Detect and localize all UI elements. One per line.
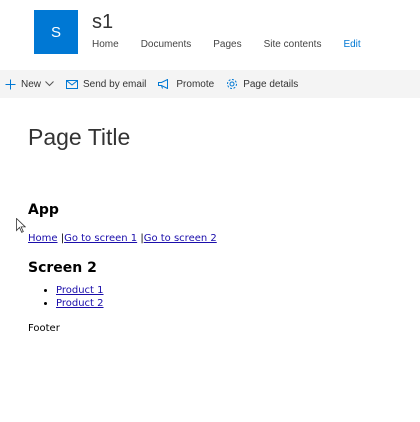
go-to-screen-1-link[interactable]: Go to screen 1 [64, 233, 137, 244]
nav-home[interactable]: Home [92, 38, 119, 52]
site-logo-letter: S [50, 23, 61, 41]
product-list: Product 1 Product 2 [28, 284, 408, 310]
page-details-button[interactable]: Page details [226, 78, 298, 90]
new-button-label: New [21, 78, 42, 90]
new-button[interactable]: New [5, 79, 54, 90]
home-link[interactable]: Home [28, 233, 58, 244]
promote-label: Promote [176, 78, 215, 90]
nav-documents[interactable]: Documents [141, 38, 192, 52]
app-heading: App [28, 202, 59, 218]
product-1-link[interactable]: Product 1 [56, 285, 104, 296]
mail-icon [66, 79, 79, 89]
footer-text: Footer [28, 323, 60, 334]
send-by-email-button[interactable]: Send by email [66, 79, 146, 90]
site-logo[interactable]: S [34, 10, 78, 54]
page-title: Page Title [28, 124, 131, 150]
list-item: Product 2 [56, 297, 408, 310]
chevron-down-icon [45, 81, 54, 87]
screen-heading: Screen 2 [28, 260, 97, 276]
list-item: Product 1 [56, 284, 408, 297]
site-nav: Home Documents Pages Site contents Edit [92, 38, 361, 52]
gear-icon [226, 78, 238, 90]
promote-button[interactable]: Promote [158, 79, 214, 90]
site-name[interactable]: s1 [92, 10, 113, 34]
nav-edit[interactable]: Edit [343, 38, 360, 52]
command-bar: New Send by email Promote Page details [0, 70, 420, 98]
app-webpart: App Home |Go to screen 1 |Go to screen 2… [28, 200, 408, 336]
send-by-email-label: Send by email [83, 78, 147, 90]
nav-pages[interactable]: Pages [213, 38, 241, 52]
plus-icon [5, 79, 16, 90]
site-header: S s1 Home Documents Pages Site contents … [0, 0, 420, 70]
go-to-screen-2-link[interactable]: Go to screen 2 [144, 233, 217, 244]
page-details-label: Page details [243, 78, 299, 90]
screen-links: Home |Go to screen 1 |Go to screen 2 [28, 232, 408, 246]
mouse-pointer-icon [16, 217, 27, 233]
product-2-link[interactable]: Product 2 [56, 298, 104, 309]
nav-site-contents[interactable]: Site contents [264, 38, 322, 52]
megaphone-icon [158, 79, 171, 89]
